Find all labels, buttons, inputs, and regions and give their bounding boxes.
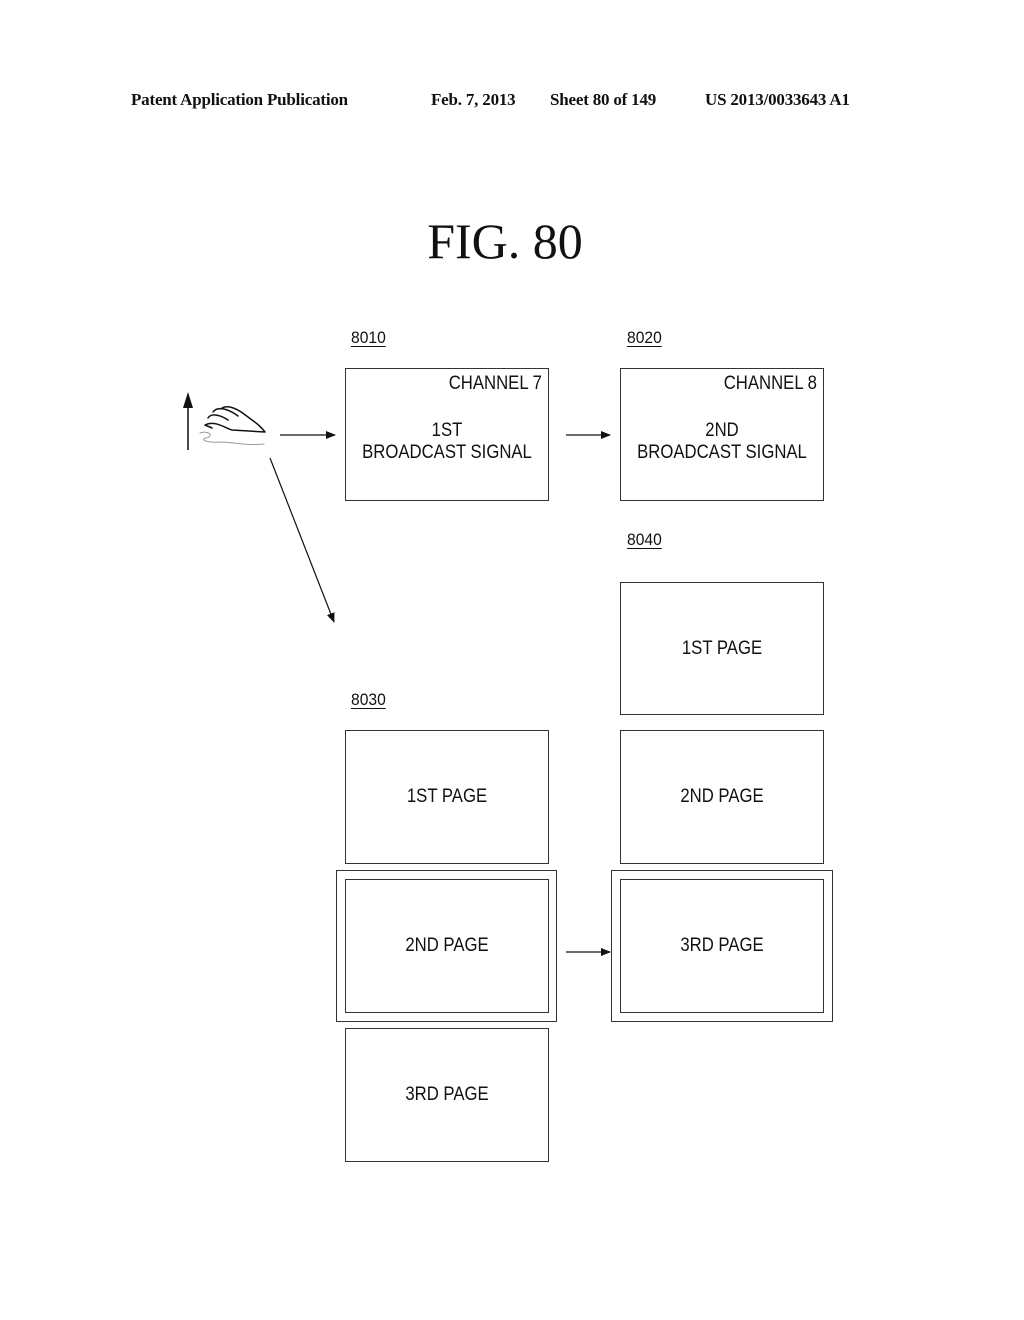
arrow-gesture-to-8030 — [269, 457, 335, 623]
diagram-arrows — [183, 392, 611, 956]
up-arrow-icon — [183, 392, 193, 450]
hand-wave-up-icon — [199, 406, 266, 446]
